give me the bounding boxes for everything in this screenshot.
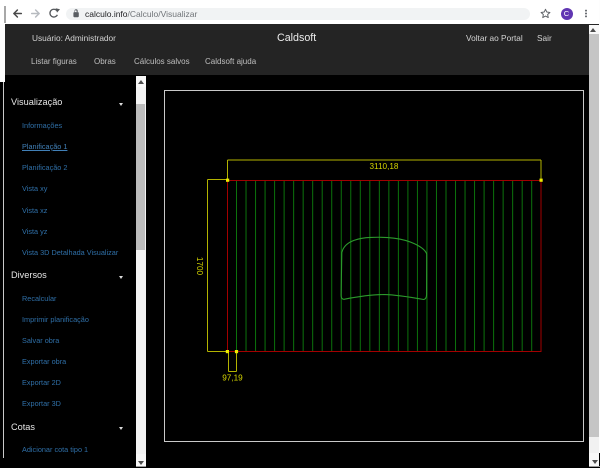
svg-text:97,19: 97,19: [222, 374, 243, 383]
svg-text:3110,18: 3110,18: [370, 162, 399, 171]
svg-text:1700: 1700: [195, 257, 204, 276]
